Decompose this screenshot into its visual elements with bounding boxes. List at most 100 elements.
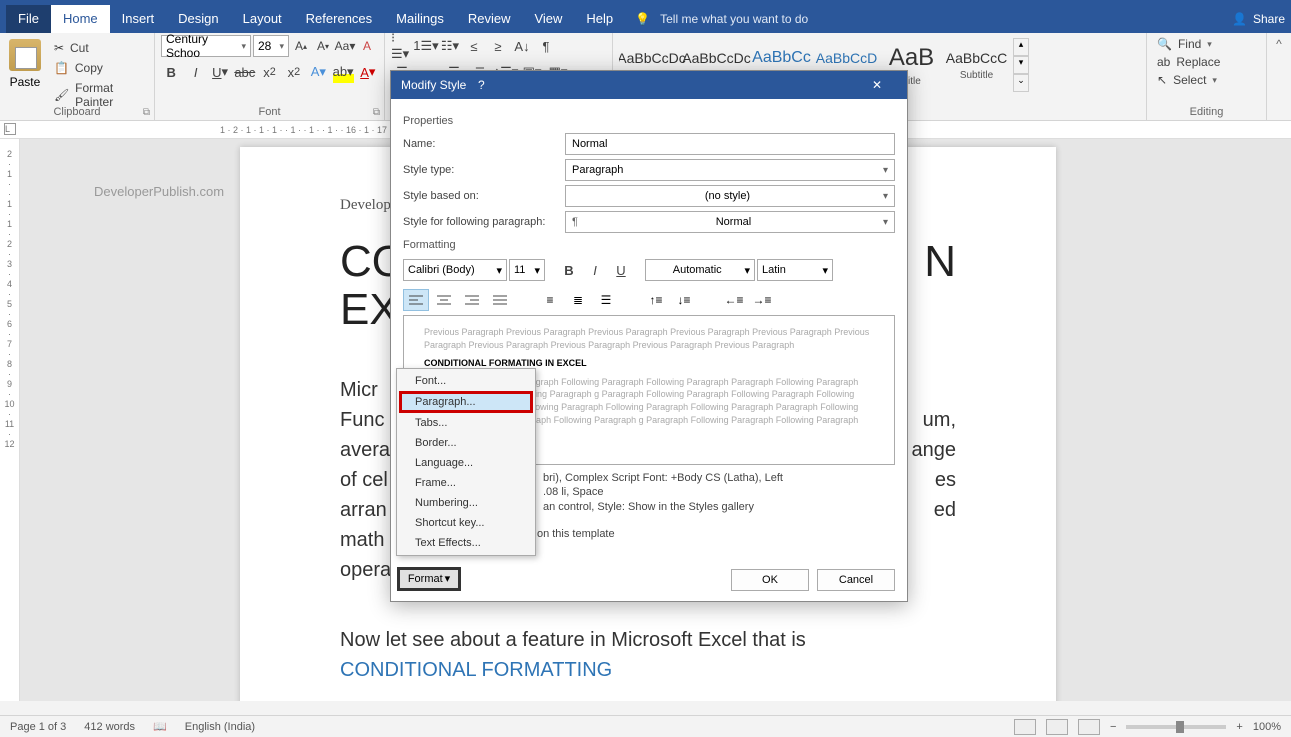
format-menu-shortcut[interactable]: Shortcut key... bbox=[399, 513, 533, 533]
zoom-slider[interactable] bbox=[1126, 725, 1226, 729]
increase-indent-button[interactable]: ≥ bbox=[487, 35, 509, 57]
subscript-button[interactable]: x2 bbox=[259, 61, 279, 83]
menu-design[interactable]: Design bbox=[166, 5, 230, 33]
format-italic-button[interactable]: I bbox=[583, 259, 607, 281]
view-read-button[interactable] bbox=[1014, 719, 1036, 735]
status-words[interactable]: 412 words bbox=[84, 721, 135, 733]
shrink-font-button[interactable]: A▾ bbox=[313, 35, 333, 57]
highlight-button[interactable]: ab▾ bbox=[333, 61, 354, 83]
menu-view[interactable]: View bbox=[522, 5, 574, 33]
align-left-button[interactable] bbox=[403, 289, 429, 311]
copy-button[interactable]: 📋Copy bbox=[50, 59, 148, 77]
align-justify-button[interactable] bbox=[487, 289, 513, 311]
styletype-select[interactable]: Paragraph▾ bbox=[565, 159, 895, 181]
align-right-button[interactable] bbox=[459, 289, 485, 311]
menu-review[interactable]: Review bbox=[456, 5, 523, 33]
zoom-in-button[interactable]: + bbox=[1236, 721, 1242, 733]
vertical-ruler[interactable]: 2·1··1·1·2·3·4·5·6·7·8·9·10·11·12 bbox=[0, 139, 20, 701]
menu-insert[interactable]: Insert bbox=[110, 5, 167, 33]
format-script-select[interactable]: Latin▾ bbox=[757, 259, 833, 281]
zoom-out-button[interactable]: − bbox=[1110, 721, 1116, 733]
sort-button[interactable]: A↓ bbox=[511, 35, 533, 57]
status-language[interactable]: English (India) bbox=[185, 721, 255, 733]
font-launcher-icon[interactable]: ⧉ bbox=[373, 107, 380, 118]
zoom-level[interactable]: 100% bbox=[1253, 721, 1281, 733]
following-value: Normal bbox=[716, 216, 751, 228]
spacing-15-button[interactable]: ≣ bbox=[565, 289, 591, 311]
dialog-close-button[interactable]: ✕ bbox=[857, 78, 897, 92]
underline-button[interactable]: U▾ bbox=[210, 61, 230, 83]
clear-formatting-button[interactable]: A bbox=[357, 35, 377, 57]
select-button[interactable]: ↖Select▾ bbox=[1153, 71, 1260, 89]
menu-mailings[interactable]: Mailings bbox=[384, 5, 456, 33]
view-print-button[interactable] bbox=[1046, 719, 1068, 735]
superscript-button[interactable]: x2 bbox=[284, 61, 304, 83]
cursor-icon: ↖ bbox=[1157, 73, 1167, 87]
spacing-2-button[interactable]: ☰ bbox=[593, 289, 619, 311]
cancel-button[interactable]: Cancel bbox=[817, 569, 895, 591]
spacing-1-button[interactable]: ≡ bbox=[537, 289, 563, 311]
format-menu-language[interactable]: Language... bbox=[399, 453, 533, 473]
bold-button[interactable]: B bbox=[161, 61, 181, 83]
format-font-select[interactable]: Calibri (Body)▾ bbox=[403, 259, 507, 281]
styles-down-button[interactable]: ▾ bbox=[1013, 56, 1029, 74]
space-before-dec-button[interactable]: ↓≡ bbox=[671, 289, 697, 311]
basedon-select[interactable]: (no style)▾ bbox=[565, 185, 895, 207]
view-web-button[interactable] bbox=[1078, 719, 1100, 735]
font-size-select[interactable]: 28▾ bbox=[253, 35, 289, 57]
format-bold-button[interactable]: B bbox=[557, 259, 581, 281]
space-before-inc-button[interactable]: ↑≡ bbox=[643, 289, 669, 311]
ok-button[interactable]: OK bbox=[731, 569, 809, 591]
dialog-titlebar[interactable]: Modify Style ? ✕ bbox=[391, 71, 907, 99]
find-button[interactable]: 🔍Find▾ bbox=[1153, 35, 1260, 53]
menu-file[interactable]: File bbox=[6, 5, 51, 33]
menu-layout[interactable]: Layout bbox=[231, 5, 294, 33]
align-center-button[interactable] bbox=[431, 289, 457, 311]
clipboard-launcher-icon[interactable]: ⧉ bbox=[143, 107, 150, 118]
decrease-indent-button[interactable]: ≤ bbox=[463, 35, 485, 57]
styles-up-button[interactable]: ▴ bbox=[1013, 38, 1029, 56]
format-menu-tabs[interactable]: Tabs... bbox=[399, 413, 533, 433]
name-input[interactable]: Normal bbox=[565, 133, 895, 155]
menu-references[interactable]: References bbox=[294, 5, 384, 33]
grow-font-button[interactable]: A▴ bbox=[291, 35, 311, 57]
format-size-select[interactable]: 11▾ bbox=[509, 259, 545, 281]
doc-link[interactable]: CONDITIONAL FORMATTING bbox=[340, 655, 956, 685]
multilevel-button[interactable]: ☷▾ bbox=[439, 35, 461, 57]
tab-selector-icon[interactable]: L bbox=[4, 123, 16, 135]
menu-home[interactable]: Home bbox=[51, 5, 110, 33]
font-name-select[interactable]: Century Schoo▾ bbox=[161, 35, 251, 57]
italic-button[interactable]: I bbox=[185, 61, 205, 83]
share-button[interactable]: 👤 Share bbox=[1232, 12, 1285, 26]
numbering-button[interactable]: 1☰▾ bbox=[415, 35, 437, 57]
style-subtitle[interactable]: AaBbCcCSubtitle bbox=[944, 37, 1009, 93]
change-case-button[interactable]: Aa▾ bbox=[335, 35, 355, 57]
following-select[interactable]: Normal▾ bbox=[565, 211, 895, 233]
format-menu-paragraph[interactable]: Paragraph... bbox=[399, 391, 533, 413]
format-menu-texteffects[interactable]: Text Effects... bbox=[399, 533, 533, 553]
tell-me-search[interactable]: 💡 Tell me what you want to do bbox=[635, 12, 808, 26]
format-menu-frame[interactable]: Frame... bbox=[399, 473, 533, 493]
replace-button[interactable]: abReplace bbox=[1153, 53, 1260, 71]
format-menu-border[interactable]: Border... bbox=[399, 433, 533, 453]
format-underline-button[interactable]: U bbox=[609, 259, 633, 281]
format-menu-font[interactable]: Font... bbox=[399, 371, 533, 391]
menu-help[interactable]: Help bbox=[574, 5, 625, 33]
paste-button[interactable]: Paste bbox=[6, 35, 44, 111]
format-color-select[interactable]: Automatic▾ bbox=[645, 259, 755, 281]
font-color-button[interactable]: A▾ bbox=[358, 61, 378, 83]
show-marks-button[interactable]: ¶ bbox=[535, 35, 557, 57]
ribbon-collapse-button[interactable]: ^ bbox=[1267, 33, 1291, 120]
status-proof-icon[interactable]: 📖 bbox=[153, 720, 167, 733]
bullets-button[interactable]: ⁝☰▾ bbox=[391, 35, 413, 57]
cut-button[interactable]: ✂Cut bbox=[50, 39, 148, 57]
indent-dec-button[interactable]: ←≡ bbox=[721, 289, 747, 311]
dialog-help-button[interactable]: ? bbox=[466, 78, 496, 92]
text-effects-button[interactable]: A▾ bbox=[308, 61, 328, 83]
styles-more-button[interactable]: ⌄ bbox=[1013, 74, 1029, 92]
indent-inc-button[interactable]: →≡ bbox=[749, 289, 775, 311]
strikethrough-button[interactable]: abc bbox=[234, 61, 255, 83]
format-dropdown-button[interactable]: Format▾ bbox=[397, 567, 461, 591]
format-menu-numbering[interactable]: Numbering... bbox=[399, 493, 533, 513]
status-page[interactable]: Page 1 of 3 bbox=[10, 721, 66, 733]
